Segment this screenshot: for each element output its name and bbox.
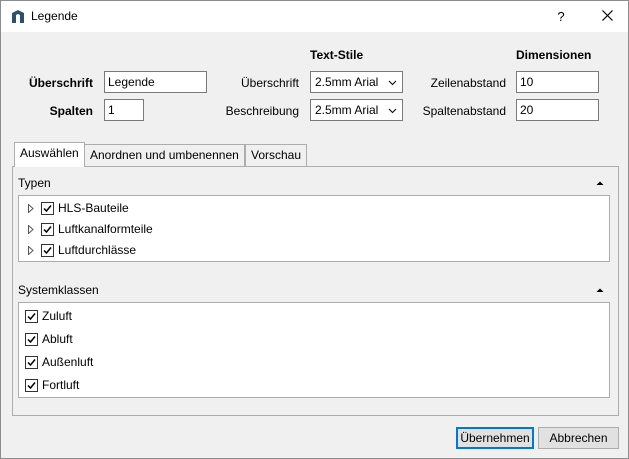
checkbox[interactable] — [25, 309, 38, 323]
close-button[interactable] — [589, 1, 625, 32]
list-item[interactable]: Luftdurchlässe — [19, 240, 136, 260]
list-item-label: Zuluft — [42, 309, 73, 323]
typen-list: HLS-Bauteile Luftkanalformteile Luftdurc — [18, 195, 610, 262]
checkbox[interactable] — [41, 201, 54, 215]
chevron-down-icon — [388, 104, 397, 114]
textstile-ueberschrift-label: Überschrift — [240, 76, 299, 90]
textstile-heading: Text-Stile — [310, 48, 364, 62]
checkbox[interactable] — [25, 355, 38, 369]
window-title: Legende — [31, 9, 78, 23]
systemklassen-collapse-button[interactable] — [591, 280, 609, 298]
list-item[interactable]: Luftkanalformteile — [19, 219, 153, 239]
textstile-ueberschrift-select[interactable]: 2.5mm Arial — [310, 71, 403, 93]
list-item-label: Abluft — [42, 332, 73, 346]
checkbox[interactable] — [25, 378, 38, 392]
tab-auswaehlen[interactable]: Auswählen — [14, 142, 85, 167]
checkbox[interactable] — [41, 243, 54, 257]
ueberschrift-input[interactable]: Legende — [104, 71, 207, 93]
apply-button[interactable]: Übernehmen — [456, 427, 534, 449]
textstile-ueberschrift-value: 2.5mm Arial — [315, 75, 379, 89]
app-logo-icon — [11, 9, 25, 24]
expand-arrow-icon[interactable] — [25, 202, 37, 214]
list-item[interactable]: Abluft — [19, 329, 73, 349]
expand-arrow-icon[interactable] — [25, 223, 37, 235]
tab-anordnen-umbenennen[interactable]: Anordnen und umbenennen — [84, 144, 245, 166]
typen-header: Typen — [18, 176, 51, 190]
expand-arrow-icon[interactable] — [25, 244, 37, 256]
cancel-button[interactable]: Abbrechen — [538, 427, 619, 449]
list-item-label: Fortluft — [42, 378, 80, 392]
chevron-up-icon — [596, 282, 604, 296]
legende-dialog: Legende ? Überschrift Legende Spalten 1 … — [0, 0, 629, 459]
list-item-label: Außenluft — [42, 355, 94, 369]
dimensionen-heading: Dimensionen — [516, 48, 592, 62]
close-icon — [601, 9, 613, 24]
list-item[interactable]: Fortluft — [19, 375, 79, 395]
zeilenabstand-label: Zeilenabstand — [430, 76, 506, 90]
textstile-beschreibung-label: Beschreibung — [225, 104, 299, 118]
list-item-label: HLS-Bauteile — [58, 201, 129, 215]
spalten-label: Spalten — [49, 104, 93, 118]
tab-panel-auswaehlen: Typen HLS-Bauteile Luftkanalformteile Lu… — [12, 166, 619, 416]
systemklassen-header: Systemklassen — [18, 283, 99, 297]
chevron-down-icon — [388, 76, 397, 86]
chevron-up-icon — [596, 175, 604, 189]
list-item-label: Luftdurchlässe — [58, 243, 137, 257]
spalten-input[interactable]: 1 — [104, 99, 144, 121]
tab-vorschau[interactable]: Vorschau — [245, 144, 308, 166]
spaltenabstand-label: Spaltenabstand — [422, 104, 506, 118]
textstile-beschreibung-value: 2.5mm Arial — [315, 103, 379, 117]
systemklassen-list: Zuluft Abluft Außenluft Fortluft — [18, 302, 610, 398]
ueberschrift-label: Überschrift — [28, 76, 93, 90]
checkbox[interactable] — [41, 222, 54, 236]
checkbox[interactable] — [25, 332, 38, 346]
title-bar: Legende ? — [1, 1, 628, 32]
list-item[interactable]: HLS-Bauteile — [19, 198, 129, 218]
list-item-label: Luftkanalformteile — [58, 222, 153, 236]
list-item[interactable]: Zuluft — [19, 306, 72, 326]
spaltenabstand-input[interactable]: 20 — [516, 99, 599, 121]
list-item[interactable]: Außenluft — [19, 352, 93, 372]
help-button[interactable]: ? — [545, 1, 577, 32]
textstile-beschreibung-select[interactable]: 2.5mm Arial — [310, 99, 403, 121]
typen-collapse-button[interactable] — [591, 173, 609, 191]
zeilenabstand-input[interactable]: 10 — [516, 71, 599, 93]
